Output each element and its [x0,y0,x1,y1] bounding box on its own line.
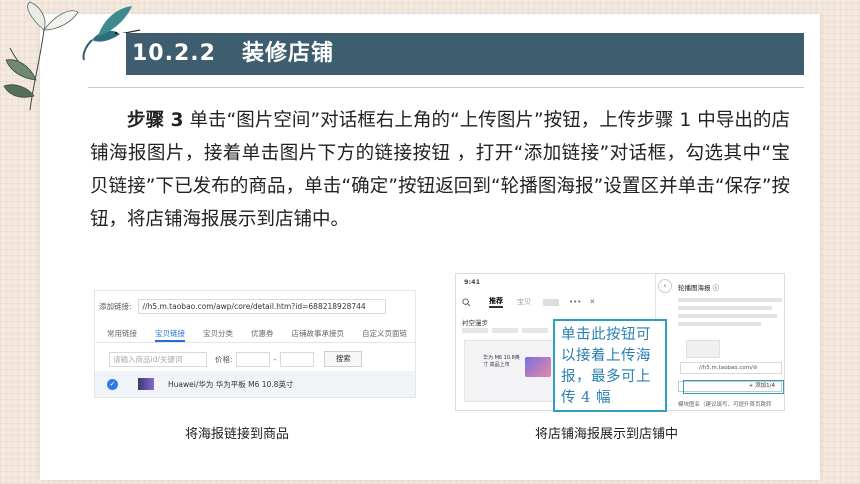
shop-info-bars [462,328,552,333]
product-name: Huawei/华为 华为平板 M6 10.8英寸 [168,379,294,389]
step-text: 单击“图片空间”对话框右上角的“上传图片”按钮，上传步骤 1 中导出的店铺海报图… [90,110,790,230]
title-bar-accent [120,33,126,75]
price-max-input[interactable] [280,351,315,367]
step-paragraph: 步骤 3 单击“图片空间”对话框右上角的“上传图片”按钮，上传步骤 1 中导出的… [90,104,790,236]
price-label: 价格: [215,354,233,364]
upload-callout: 单击此按钮可以接着上传海报，最多可上传 4 幅 [553,319,667,412]
title-divider [88,87,804,88]
add-link-label: 添加链接: [99,302,132,311]
tab-placeholder [543,298,559,306]
tab-shop-story[interactable]: 店铺故事承接页 [292,325,345,342]
tab-recommend[interactable]: 推荐 [489,296,503,308]
link-type-tabs: 常用链接 宝贝链接 宝贝分类 优惠券 店铺故事承接页 自定义页面链 [95,325,415,343]
module-name-hint: 模块图名（建议填写，可提升首页跳转 [678,402,772,408]
product-list-item[interactable]: ✓ Huawei/华为 华为平板 M6 10.8英寸 [95,371,415,397]
shop-name: 衬空漫步 [462,319,488,327]
poster-thumbnail[interactable] [686,340,720,358]
caption-right: 将店铺海报展示到店铺中 [535,427,679,442]
caption-left: 将海报链接到商品 [185,427,290,442]
tab-item-category[interactable]: 宝贝分类 [203,325,233,342]
phone-nav: 推荐 宝贝 ••• ✕ [462,296,595,308]
add-link-row: 添加链接: //h5.m.taobao.com/awp/core/detail.… [99,299,386,314]
tab-items[interactable]: 宝贝 [517,297,531,307]
close-icon[interactable]: ✕ [589,298,595,306]
panel-title: 轮播图海报 ⓘ [678,284,720,292]
section-title: 10.2.2 装修店铺 [132,35,334,73]
add-link-screenshot: 添加链接: //h5.m.taobao.com/awp/core/detail.… [94,290,416,398]
tab-custom-page[interactable]: 自定义页面链 [362,325,407,342]
search-button[interactable]: 搜索 [324,351,363,367]
tablet-image [525,357,551,377]
banner-text: 华为 M6 10.8英寸 高品上市 [483,355,520,368]
tab-common-links[interactable]: 常用链接 [107,325,137,342]
search-icon[interactable] [462,297,471,307]
add-button-highlight [683,380,784,394]
back-icon[interactable]: ‹ [658,279,672,293]
section-heading: 装修店铺 [241,41,334,66]
price-min-input[interactable] [235,351,270,367]
step-label: 步骤 3 [127,110,184,131]
poster-link-field[interactable]: //h5.m.taobao.com/⊘ [680,362,782,374]
tab-coupons[interactable]: 优惠券 [251,325,274,342]
price-separator: - [273,354,277,364]
item-search-row: 请输入商品id/关键词 价格: - 搜索 [109,351,363,367]
item-search-input[interactable]: 请输入商品id/关键词 [109,351,207,367]
link-url-field[interactable]: //h5.m.taobao.com/awp/core/detail.htm?id… [137,299,386,314]
status-time: 9:41 [464,278,481,286]
product-thumbnail [138,378,154,390]
poster-banner: 华为 M6 10.8英寸 高品上市 [464,340,556,402]
panel-description [678,298,782,334]
section-number: 10.2.2 [132,41,216,66]
check-icon[interactable]: ✓ [107,378,118,390]
more-icon[interactable]: ••• [569,298,581,306]
tab-item-links[interactable]: 宝贝链接 [155,325,185,342]
